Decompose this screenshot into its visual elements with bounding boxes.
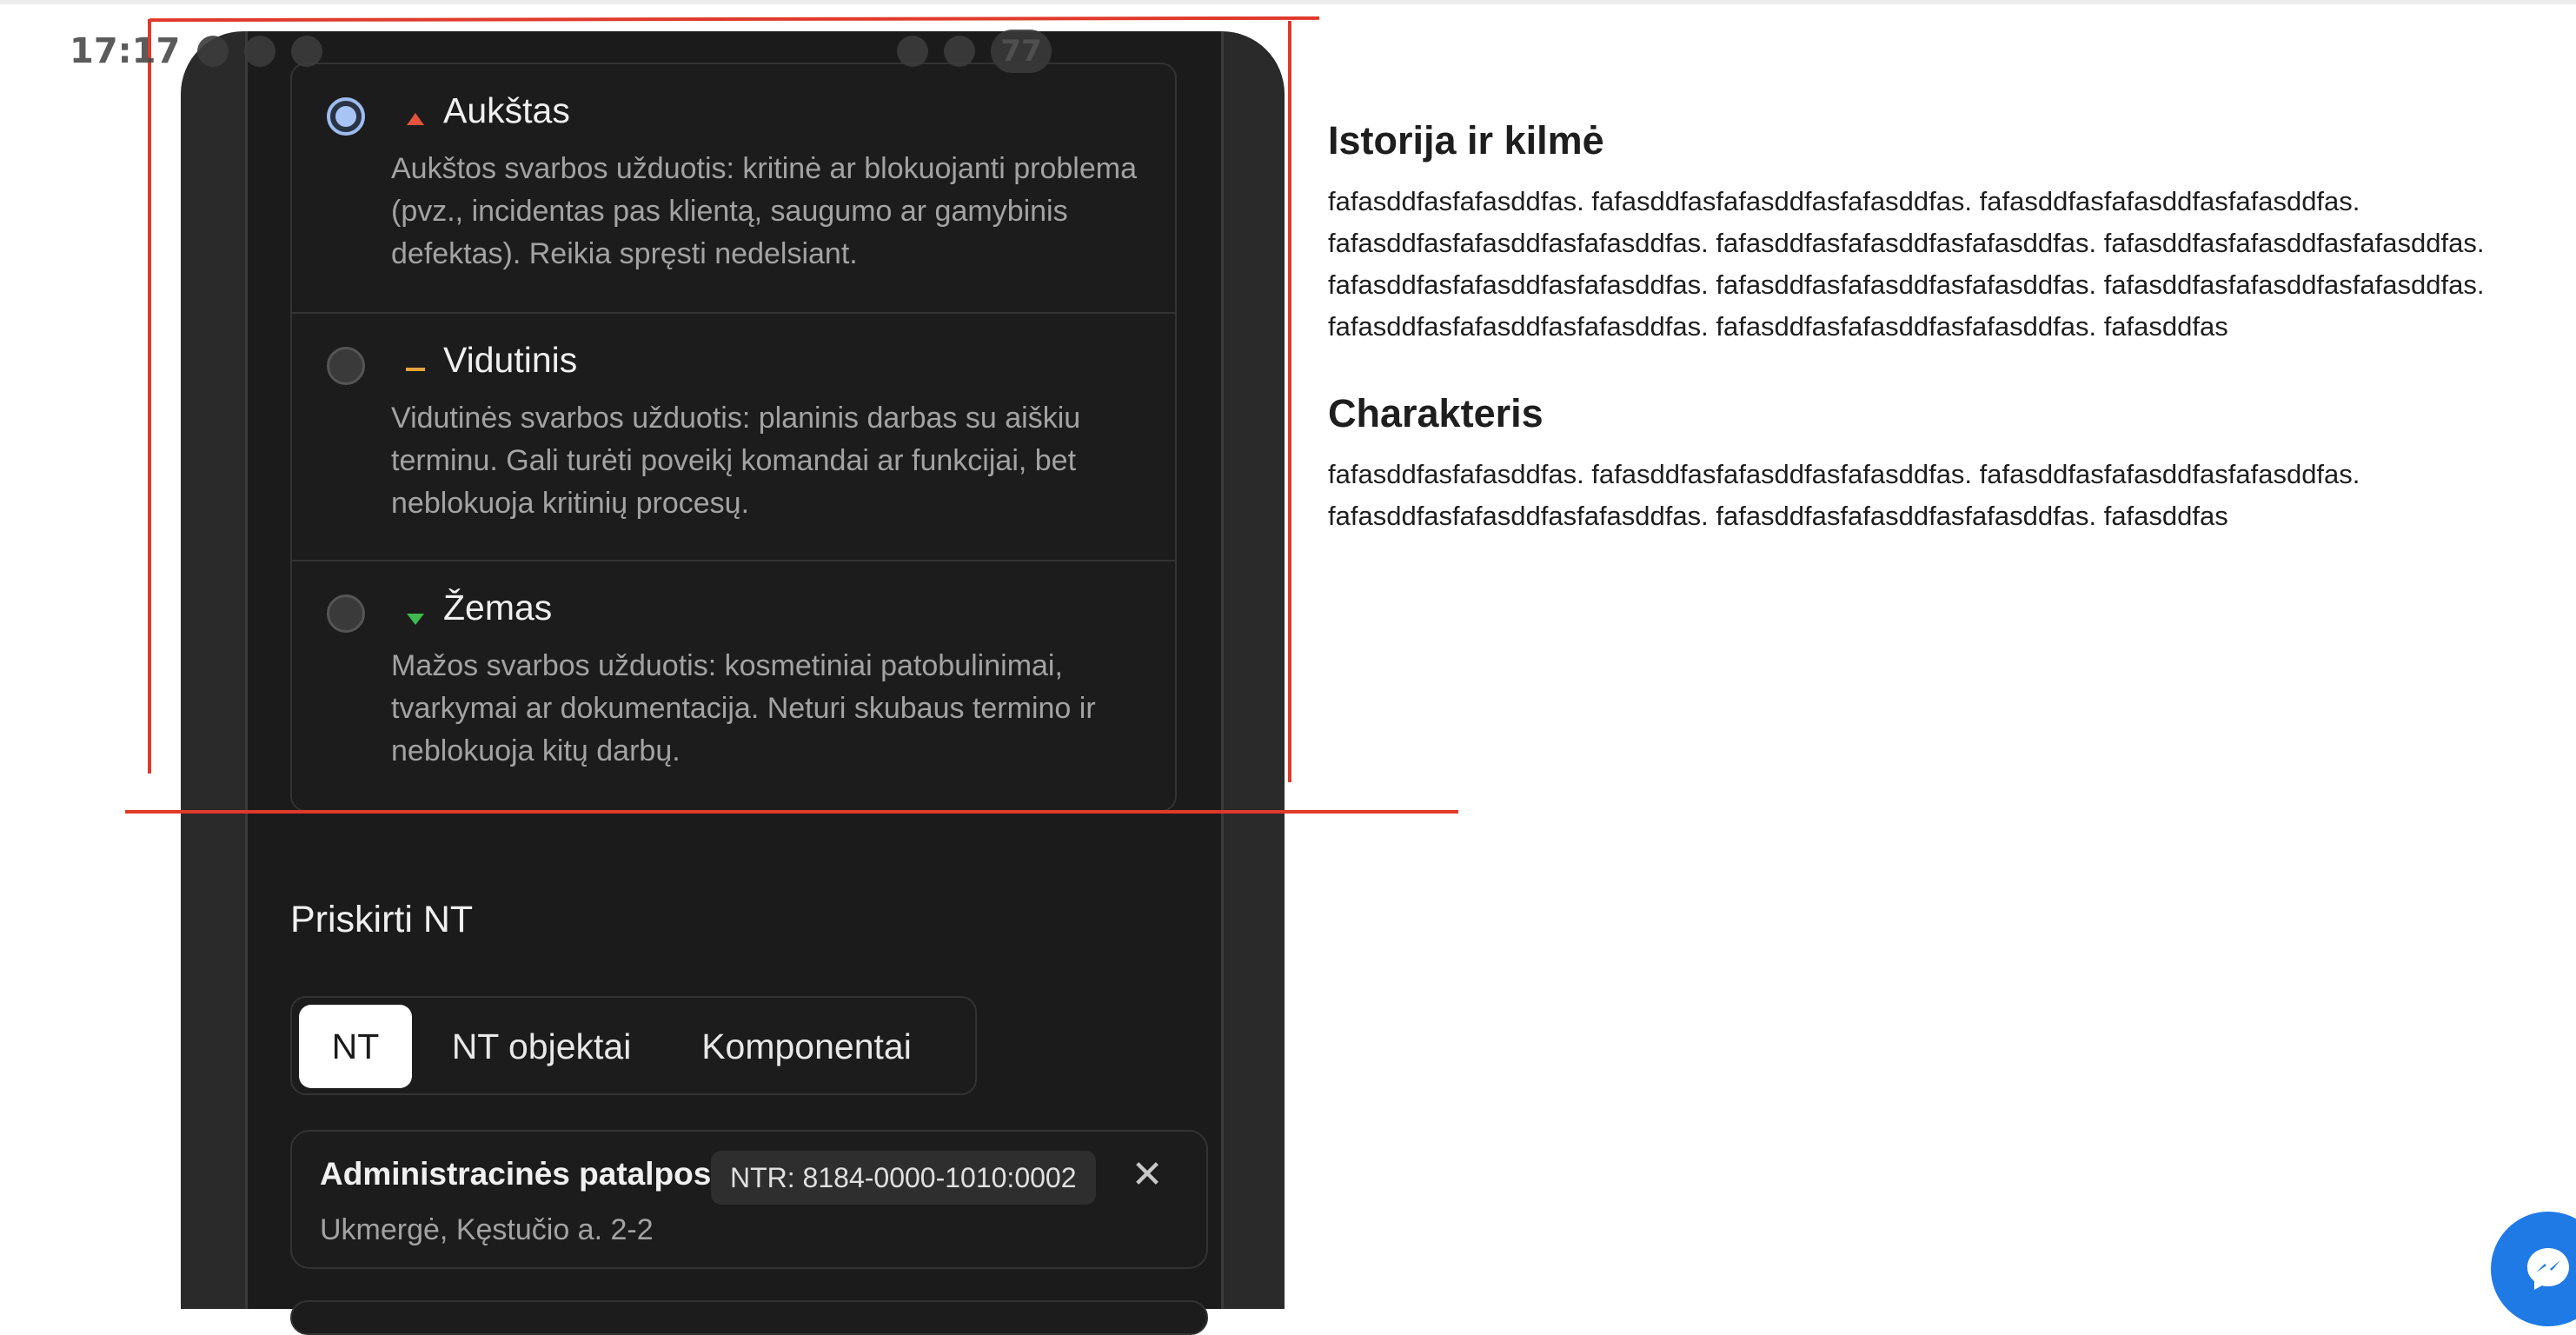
status-right: 77	[897, 30, 1052, 73]
top-border	[0, 0, 2576, 4]
assign-tabs: NT NT objektai Komponentai	[290, 996, 977, 1095]
priority-description: Vidutinės svarbos užduotis: planinis dar…	[391, 402, 1081, 520]
notification-icon	[197, 36, 229, 67]
messenger-notification-icon	[244, 36, 276, 67]
radio-selected[interactable]	[327, 97, 365, 136]
tab-nt[interactable]: NT	[299, 1005, 412, 1088]
messenger-chat-button[interactable]	[2491, 1212, 2576, 1326]
radio-unselected[interactable]	[327, 347, 365, 385]
notification-icons	[197, 36, 323, 67]
section-body-history: fafasddfasfafasddfas. fafasddfasfafasddf…	[1328, 186, 2485, 342]
annotation-line-bottom	[125, 810, 1458, 814]
radio-unselected[interactable]	[327, 594, 365, 633]
tab-nt-objektai[interactable]: NT objektai	[424, 1005, 659, 1088]
priority-option-high[interactable]: Aukštas Aukštos svarbos užduotis: kritin…	[292, 64, 1175, 312]
messenger-notification-icon	[291, 36, 323, 67]
annotation-line-left	[148, 19, 151, 774]
status-bar: 17:17 77	[70, 30, 1052, 73]
dash-icon	[406, 368, 425, 371]
section-heading-character: Charakteris	[1328, 391, 1544, 435]
priority-label: Žemas	[443, 588, 553, 628]
arrow-down-icon	[407, 614, 424, 625]
battery-indicator: 77	[991, 30, 1052, 73]
priority-description: Mažos svarbos užduotis: kosmetiniai pato…	[391, 649, 1096, 767]
asset-address: Ukmergė, Kęstučio a. 2-2	[320, 1213, 654, 1246]
messenger-icon	[2527, 1248, 2569, 1290]
annotation-line-right	[1288, 21, 1291, 782]
section-body-character: fafasddfasfafasddfas. fafasddfasfafasddf…	[1328, 459, 2360, 531]
mute-icon	[897, 36, 928, 67]
assigned-asset-card: Administracinės patalpos NTR: 8184-0000-…	[290, 1130, 1208, 1269]
priority-option-low[interactable]: Žemas Mažos svarbos užduotis: kosmetinia…	[292, 560, 1175, 809]
wifi-icon	[944, 36, 975, 67]
arrow-up-icon	[407, 113, 424, 125]
next-asset-card	[290, 1300, 1208, 1335]
article-content: Istorija ir kilmė fafasddfasfafasddfas. …	[1328, 113, 2562, 575]
priority-selector: Aukštas Aukštos svarbos užduotis: kritin…	[290, 63, 1177, 812]
priority-description: Aukštos svarbos užduotis: kritinė ar blo…	[391, 152, 1137, 270]
priority-option-medium[interactable]: Vidutinis Vidutinės svarbos užduotis: pl…	[292, 312, 1175, 561]
status-time: 17:17	[70, 31, 181, 71]
asset-ntr-badge: NTR: 8184-0000-1010:0002	[711, 1151, 1096, 1205]
section-heading-history: Istorija ir kilmė	[1328, 118, 1604, 163]
tab-komponentai[interactable]: Komponentai	[667, 1005, 946, 1088]
close-icon[interactable]: ✕	[1130, 1156, 1165, 1194]
asset-name: Administracinės patalpos	[320, 1156, 712, 1192]
assign-section-title: Priskirti NT	[290, 899, 474, 940]
priority-label: Aukštas	[443, 90, 570, 130]
annotation-line-top	[149, 16, 1320, 23]
priority-label: Vidutinis	[443, 340, 578, 380]
